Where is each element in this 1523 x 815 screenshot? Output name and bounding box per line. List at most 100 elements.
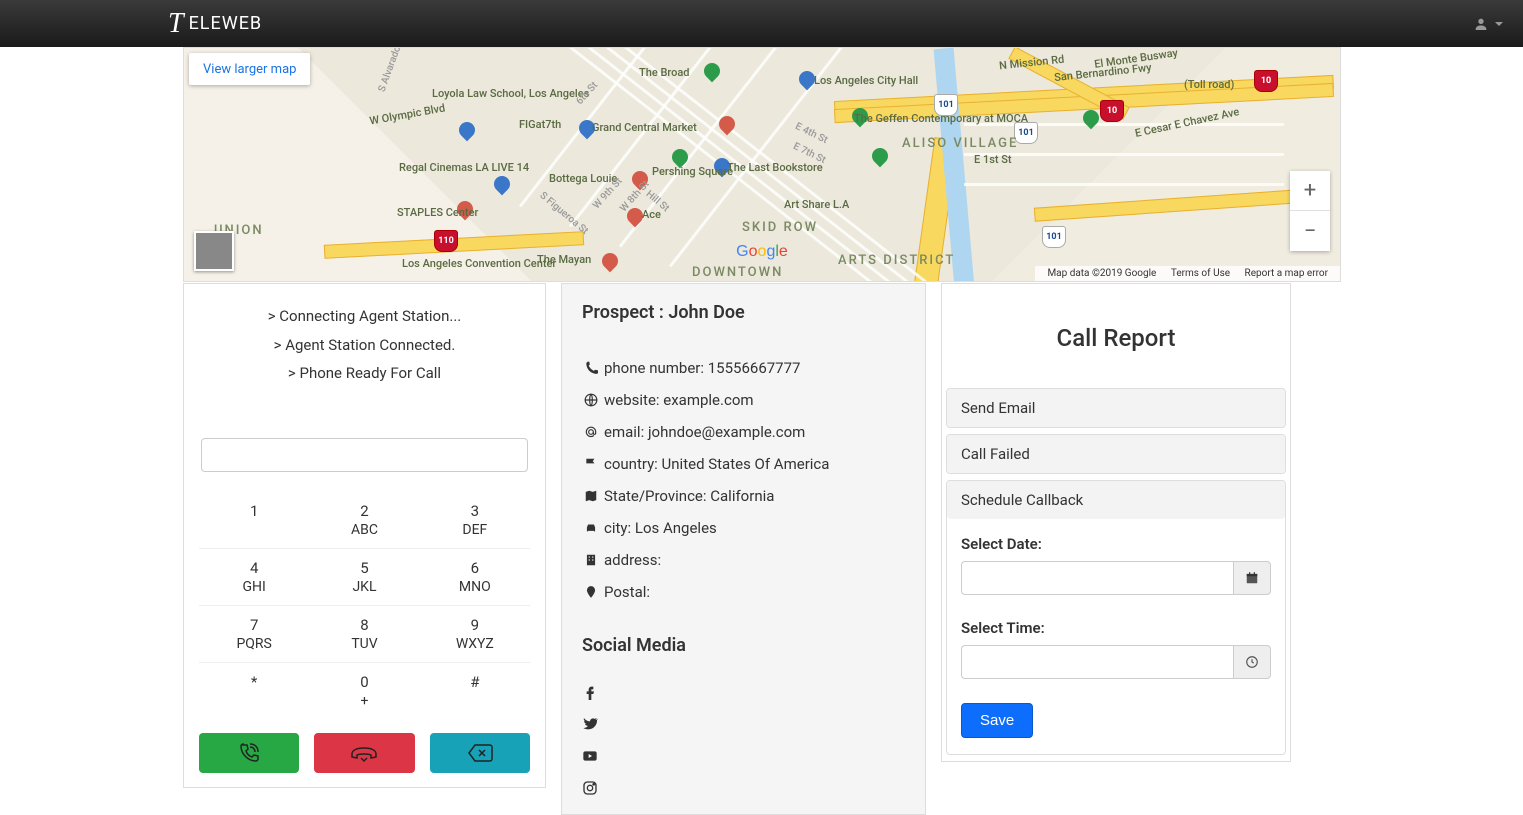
keypad-key-3[interactable]: 3DEF <box>420 492 530 548</box>
select-time-label: Select Time: <box>961 619 1271 637</box>
youtube-icon[interactable] <box>582 748 598 764</box>
terms-link[interactable]: Terms of Use <box>1171 268 1230 279</box>
view-larger-map[interactable]: View larger map <box>189 53 310 85</box>
clock-button[interactable] <box>1233 645 1271 679</box>
map-label: ALISO VILLAGE <box>902 136 1018 151</box>
map-data-label: Map data ©2019 Google <box>1047 268 1156 279</box>
call-button[interactable] <box>199 733 299 773</box>
caret-down-icon <box>1495 22 1503 26</box>
brand-text: ELEWEB <box>189 13 263 34</box>
map-label: The Broad <box>639 66 690 79</box>
save-button[interactable]: Save <box>961 703 1033 738</box>
map-label: FIGat7th <box>519 118 561 131</box>
backspace-icon <box>467 743 493 763</box>
car-icon <box>582 521 600 535</box>
keypad-key-0[interactable]: 0+ <box>309 663 419 719</box>
field-country: country: United States Of America <box>582 455 905 473</box>
google-logo: Google <box>736 243 788 261</box>
report-error-link[interactable]: Report a map error <box>1245 268 1328 279</box>
map[interactable]: View larger map 10 10 110 101 101 101 Th… <box>183 47 1341 282</box>
map-label: The Geffen Contemporary at MOCA <box>854 113 1028 125</box>
time-input[interactable] <box>961 645 1233 679</box>
keypad-key-*[interactable]: * <box>199 663 309 719</box>
clock-icon <box>1245 655 1259 669</box>
map-label: Grand Central Market <box>592 121 697 134</box>
social-media-title: Social Media <box>582 635 905 656</box>
prospect-panel: Prospect : John Doe phone number: 155566… <box>561 283 926 815</box>
keypad-key-9[interactable]: 9WXYZ <box>420 606 530 662</box>
interstate-shield: 110 <box>434 230 458 252</box>
status-log: > Connecting Agent Station... > Agent St… <box>184 302 545 388</box>
keypad-key-#[interactable]: # <box>420 663 530 719</box>
accordion-send-email: Send Email <box>946 388 1286 428</box>
phone-call-icon <box>237 741 261 765</box>
field-website: website: example.com <box>582 391 905 409</box>
map-label: Pershing Square <box>652 166 733 178</box>
keypad: 12ABC3DEF 4GHI5JKL6MNO 7PQRS8TUV9WXYZ *0+# <box>184 492 545 719</box>
map-label: Los Angeles City Hall <box>814 74 918 87</box>
instagram-icon[interactable] <box>582 780 598 796</box>
keypad-key-6[interactable]: 6MNO <box>420 549 530 605</box>
field-email: email: johndoe@example.com <box>582 423 905 441</box>
user-icon <box>1473 15 1489 33</box>
keypad-key-7[interactable]: 7PQRS <box>199 606 309 662</box>
prospect-title: Prospect : John Doe <box>582 302 905 323</box>
streetview-thumbnail[interactable] <box>194 231 234 271</box>
date-input[interactable] <box>961 561 1233 595</box>
zoom-out-button[interactable]: − <box>1290 211 1330 251</box>
schedule-callback-header[interactable]: Schedule Callback <box>947 481 1285 519</box>
keypad-key-1[interactable]: 1 <box>199 492 309 548</box>
map-label: The Mayan <box>537 253 591 266</box>
phone-hangup-icon <box>350 742 378 764</box>
highway-shield: 101 <box>1042 226 1066 248</box>
accordion-call-failed: Call Failed <box>946 434 1286 474</box>
twitter-icon[interactable] <box>582 716 598 732</box>
map-label: Los Angeles Convention Center <box>402 258 556 270</box>
flag-icon <box>582 457 600 471</box>
field-address: address: <box>582 551 905 569</box>
calendar-button[interactable] <box>1233 561 1271 595</box>
dial-input[interactable] <box>201 438 528 472</box>
map-label: SKID ROW <box>742 220 818 235</box>
status-line: > Phone Ready For Call <box>184 359 545 388</box>
map-label: The Last Bookstore <box>727 161 823 174</box>
backspace-button[interactable] <box>430 733 530 773</box>
navbar: T ELEWEB <box>0 0 1523 47</box>
navbar-brand[interactable]: T ELEWEB <box>168 8 262 40</box>
interstate-shield: 10 <box>1254 70 1278 92</box>
facebook-icon[interactable] <box>582 684 598 700</box>
map-label: E 1st St <box>974 153 1012 166</box>
keypad-key-4[interactable]: 4GHI <box>199 549 309 605</box>
zoom-in-button[interactable]: + <box>1290 171 1330 211</box>
pin-icon <box>582 585 600 599</box>
map-label: Art Share L.A <box>784 198 849 211</box>
at-icon <box>582 425 600 439</box>
field-city: city: Los Angeles <box>582 519 905 537</box>
send-email-header[interactable]: Send Email <box>947 389 1285 427</box>
phone-icon <box>582 361 600 375</box>
accordion-schedule-callback: Schedule Callback Select Date: Select Ti… <box>946 480 1286 755</box>
hangup-button[interactable] <box>314 733 414 773</box>
map-label: Loyola Law School, Los Angeles <box>432 88 589 100</box>
map-label: ARTS DISTRICT <box>838 253 955 268</box>
keypad-key-2[interactable]: 2ABC <box>309 492 419 548</box>
call-report-panel: Call Report Send Email Call Failed Sched… <box>941 283 1291 762</box>
dialer-panel: > Connecting Agent Station... > Agent St… <box>183 283 546 788</box>
field-state: State/Province: California <box>582 487 905 505</box>
map-attribution: Map data ©2019 Google Terms of Use Repor… <box>1035 266 1340 281</box>
call-failed-header[interactable]: Call Failed <box>947 435 1285 473</box>
interstate-shield: 10 <box>1100 100 1124 122</box>
keypad-key-5[interactable]: 5JKL <box>309 549 419 605</box>
map-label: (Toll road) <box>1184 78 1234 91</box>
map-label: Bottega Louie <box>549 172 617 185</box>
keypad-key-8[interactable]: 8TUV <box>309 606 419 662</box>
map-zoom-controls: + − <box>1290 171 1330 251</box>
user-menu[interactable] <box>1473 15 1503 33</box>
status-line: > Agent Station Connected. <box>184 331 545 360</box>
calendar-icon <box>1245 571 1259 585</box>
globe-icon <box>582 393 600 407</box>
building-icon <box>582 553 600 567</box>
status-line: > Connecting Agent Station... <box>184 302 545 331</box>
map-label: Regal Cinemas LA LIVE 14 <box>399 162 529 174</box>
field-postal: Postal: <box>582 583 905 601</box>
